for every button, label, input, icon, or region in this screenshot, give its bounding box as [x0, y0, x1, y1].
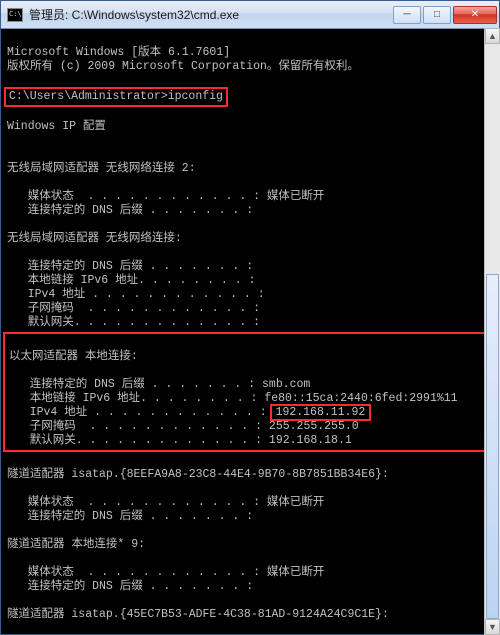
window-title: 管理员: C:\Windows\system32\cmd.exe — [29, 6, 391, 23]
tun2-header: 隧道适配器 本地连接* 9: — [7, 538, 145, 551]
header-line2: 版权所有 (c) 2009 Microsoft Corporation。保留所有… — [7, 60, 359, 73]
tun2-media: 媒体状态 . . . . . . . . . . . . : 媒体已断开 — [7, 566, 324, 579]
ethernet-highlight-block: 以太网适配器 本地连接: 连接特定的 DNS 后缀 . . . . . . . … — [3, 332, 497, 452]
minimize-button[interactable]: ─ — [393, 6, 421, 24]
scroll-thumb[interactable] — [486, 274, 499, 619]
cmd-icon — [7, 8, 23, 22]
ipconfig-title: Windows IP 配置 — [7, 120, 106, 133]
eth-ipv4-value: 192.168.11.92 — [276, 406, 366, 419]
scroll-up-button[interactable]: ▲ — [485, 28, 500, 44]
wlan1-dns: 连接特定的 DNS 后缀 . . . . . . . : — [7, 260, 253, 273]
wlan2-header: 无线局域网适配器 无线网络连接 2: — [7, 162, 196, 175]
eth-mask: 子网掩码 . . . . . . . . . . . . : 255.255.2… — [9, 420, 359, 433]
header-line1: Microsoft Windows [版本 6.1.7601] — [7, 46, 230, 59]
tun3-header: 隧道适配器 isatap.{45EC7B53-ADFE-4C38-81AD-91… — [7, 608, 389, 621]
wlan1-header: 无线局域网适配器 无线网络连接: — [7, 232, 182, 245]
tun1-header: 隧道适配器 isatap.{8EEFA9A8-23C8-44E4-9B70-8B… — [7, 468, 389, 481]
vertical-scrollbar[interactable]: ▲ ▼ — [484, 28, 500, 635]
scroll-track[interactable] — [485, 44, 500, 619]
eth-ipv4-label: IPv4 地址 . . . . . . . . . . . . : — [9, 406, 274, 419]
eth-ipv6: 本地链接 IPv6 地址. . . . . . . . : fe80::15ca… — [9, 392, 458, 405]
eth-header: 以太网适配器 本地连接: — [9, 350, 138, 363]
wlan1-mask: 子网掩码 . . . . . . . . . . . . : — [7, 302, 260, 315]
wlan1-ipv6: 本地链接 IPv6 地址. . . . . . . . : — [7, 274, 255, 287]
wlan1-gw: 默认网关. . . . . . . . . . . . . : — [7, 316, 260, 329]
terminal-area[interactable]: Microsoft Windows [版本 6.1.7601] 版权所有 (c)… — [1, 29, 499, 634]
tun1-media: 媒体状态 . . . . . . . . . . . . : 媒体已断开 — [7, 496, 324, 509]
window-buttons: ─ □ ✕ — [391, 6, 497, 24]
ipv4-value-highlight: 192.168.11.92 — [270, 404, 372, 421]
titlebar[interactable]: 管理员: C:\Windows\system32\cmd.exe ─ □ ✕ — [1, 1, 499, 29]
prompt-command: C:\Users\Administrator>ipconfig — [9, 90, 223, 103]
maximize-button[interactable]: □ — [423, 6, 451, 24]
eth-gw: 默认网关. . . . . . . . . . . . . : 192.168.… — [9, 434, 352, 447]
eth-dns: 连接特定的 DNS 后缀 . . . . . . . : smb.com — [9, 378, 310, 391]
tun2-dns: 连接特定的 DNS 后缀 . . . . . . . : — [7, 580, 253, 593]
scroll-down-button[interactable]: ▼ — [485, 619, 500, 635]
wlan2-dns: 连接特定的 DNS 后缀 . . . . . . . : — [7, 204, 253, 217]
close-button[interactable]: ✕ — [453, 6, 497, 24]
wlan2-media: 媒体状态 . . . . . . . . . . . . : 媒体已断开 — [7, 190, 324, 203]
tun1-dns: 连接特定的 DNS 后缀 . . . . . . . : — [7, 510, 253, 523]
wlan1-ipv4: IPv4 地址 . . . . . . . . . . . . : — [7, 288, 265, 301]
cmd-window: 管理员: C:\Windows\system32\cmd.exe ─ □ ✕ M… — [0, 0, 500, 635]
command-highlight: C:\Users\Administrator>ipconfig — [4, 87, 228, 107]
